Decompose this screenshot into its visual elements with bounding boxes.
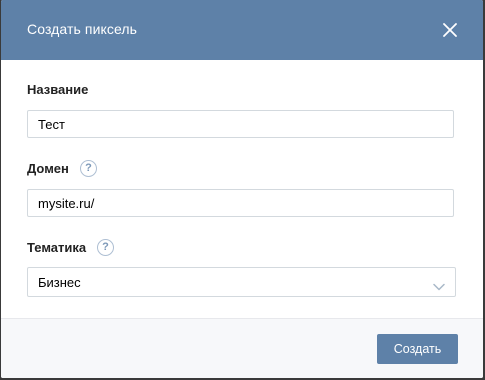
domain-input[interactable] [27, 189, 454, 217]
create-button[interactable]: Создать [377, 334, 458, 364]
topic-select[interactable]: Бизнес [27, 267, 456, 297]
name-label: Название [27, 82, 89, 97]
dialog-header: Создать пиксель [1, 0, 483, 60]
dialog-footer: Создать [1, 318, 483, 378]
topic-selected-value: Бизнес [38, 275, 81, 290]
close-icon[interactable] [443, 23, 457, 37]
name-input[interactable] [27, 110, 454, 138]
dialog-title: Создать пиксель [27, 21, 138, 37]
topic-label: Тематика [27, 240, 87, 255]
dialog-body: Название Домен ? Тематика ? Бизнес [1, 60, 483, 318]
question-mark-icon[interactable]: ? [97, 239, 114, 256]
create-pixel-dialog: Создать пиксель Название Домен ? Тематик… [1, 0, 483, 378]
chevron-down-icon [433, 278, 445, 291]
question-mark-icon[interactable]: ? [80, 160, 97, 177]
domain-label: Домен [27, 161, 69, 176]
